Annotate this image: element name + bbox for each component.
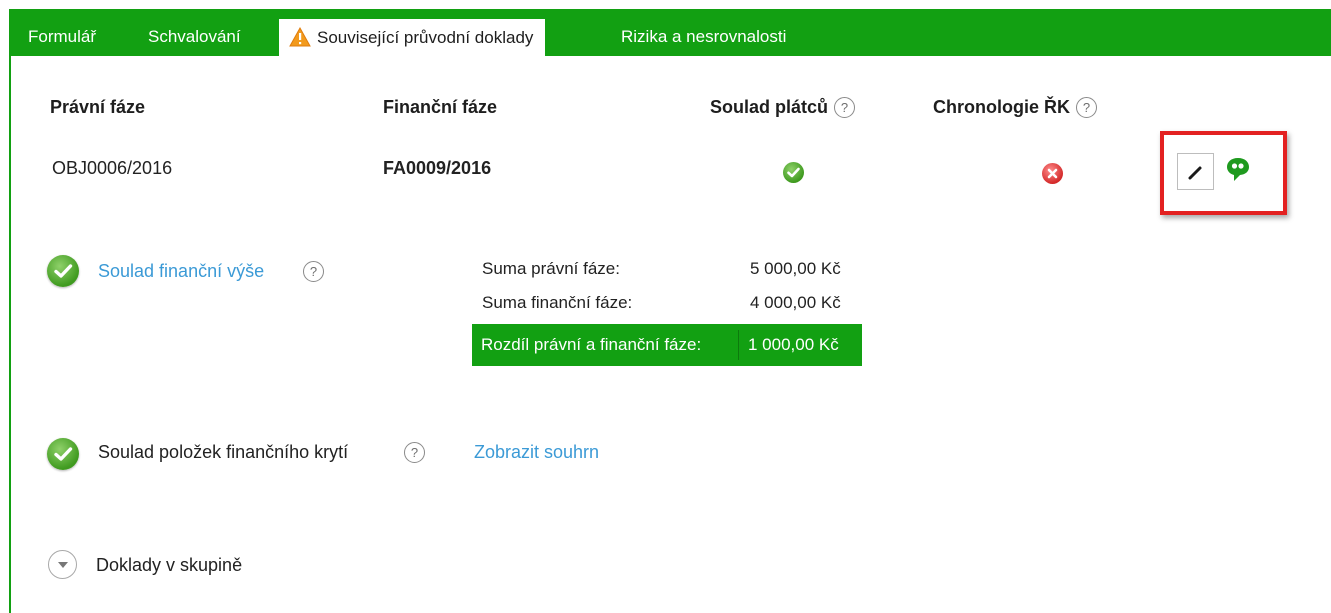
divider (738, 330, 739, 360)
header-legal-phase: Právní fáze (50, 97, 146, 117)
header-financial-phase: Finanční fáze (383, 97, 498, 117)
help-icon[interactable]: ? (1076, 97, 1097, 118)
tab-bar: Formulář Schvalování Související průvodn… (9, 9, 1331, 56)
difference-label: Rozdíl právní a finanční fáze: (481, 335, 702, 354)
items-check-label: Soulad položek finančního krytí (98, 442, 349, 462)
content-frame (9, 9, 1331, 613)
tab-formular[interactable]: Formulář (28, 18, 96, 56)
help-icon[interactable]: ? (834, 97, 856, 118)
amount-check-link[interactable]: Soulad finanční výše (98, 261, 264, 282)
help-icon[interactable]: ? (404, 442, 425, 463)
amount-check-ok-icon (47, 255, 79, 287)
chronology-error-icon (1042, 163, 1063, 184)
sum-financial-value: 4 000,00 Kč (750, 293, 841, 312)
tab-schvalovani[interactable]: Schvalování (148, 18, 241, 56)
show-summary-link[interactable]: Zobrazit souhrn (474, 442, 599, 463)
legal-phase-value: OBJ0006/2016 (52, 158, 173, 178)
financial-phase-value: FA0009/2016 (383, 158, 492, 178)
edit-icon (1188, 166, 1202, 180)
edit-button[interactable] (1177, 153, 1214, 190)
sum-financial-label: Suma finanční fáze: (482, 293, 633, 312)
header-payer-match: Soulad plátců? (710, 97, 856, 118)
group-docs-label: Doklady v skupině (96, 555, 243, 575)
difference-value: 1 000,00 Kč (748, 335, 839, 354)
header-payer-match-label: Soulad plátců (710, 97, 829, 117)
tab-rizika[interactable]: Rizika a nesrovnalosti (621, 18, 786, 56)
comment-icon (1227, 158, 1249, 181)
sum-legal-label: Suma právní fáze: (482, 259, 620, 278)
payer-match-ok-icon (783, 162, 804, 183)
header-chronology-label: Chronologie ŘK (933, 97, 1070, 117)
warning-icon (289, 23, 311, 61)
tab-souvisejici-doklady[interactable]: Související průvodní doklady (279, 18, 546, 56)
difference-row: Rozdíl právní a finanční fáze: 1 000,00 … (472, 324, 862, 366)
tab-label: Související průvodní doklady (317, 28, 534, 47)
comment-button[interactable] (1225, 156, 1251, 184)
items-check-ok-icon (47, 438, 79, 470)
header-chronology: Chronologie ŘK? (933, 97, 1097, 118)
sum-legal-value: 5 000,00 Kč (750, 259, 841, 278)
expand-group-button[interactable] (48, 550, 77, 579)
help-icon[interactable]: ? (303, 261, 324, 282)
chevron-down-icon (58, 562, 68, 568)
